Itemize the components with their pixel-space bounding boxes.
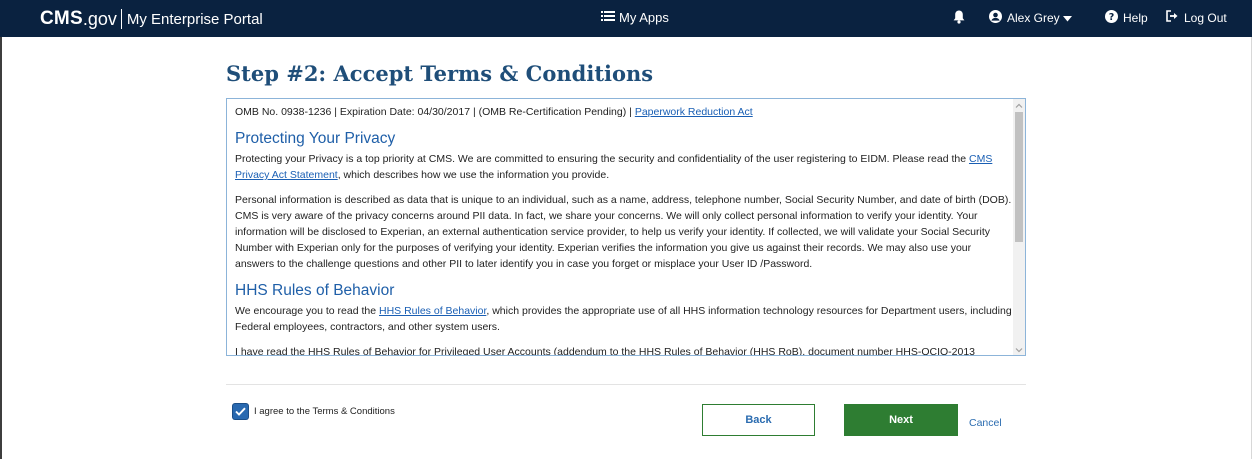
form-divider bbox=[226, 384, 1026, 385]
checkmark-icon bbox=[235, 403, 246, 421]
back-button[interactable]: Back bbox=[702, 404, 815, 436]
help-link[interactable]: ? Help bbox=[1105, 10, 1148, 26]
privacy-p1-text-after: , which describes how we use the informa… bbox=[337, 169, 610, 181]
logout-link[interactable]: Log Out bbox=[1166, 10, 1227, 25]
scroll-up-arrow-icon[interactable] bbox=[1013, 99, 1025, 111]
logo-separator bbox=[120, 9, 122, 29]
next-button[interactable]: Next bbox=[844, 404, 958, 436]
terms-scrollbar[interactable] bbox=[1013, 99, 1025, 355]
cancel-link[interactable]: Cancel bbox=[969, 417, 1002, 429]
privacy-heading: Protecting Your Privacy bbox=[235, 130, 396, 147]
omb-text: OMB No. 0938-1236 | Expiration Date: 04/… bbox=[235, 106, 635, 118]
page-title: Step #2: Accept Terms & Conditions bbox=[226, 61, 654, 86]
page-left-border bbox=[0, 0, 2, 459]
hhs-heading: HHS Rules of Behavior bbox=[235, 282, 395, 299]
paperwork-reduction-act-link[interactable]: Paperwork Reduction Act bbox=[635, 106, 753, 118]
user-name: Alex Grey bbox=[1007, 11, 1060, 25]
hhs-rules-of-behavior-link[interactable]: HHS Rules of Behavior bbox=[379, 305, 486, 317]
logout-label: Log Out bbox=[1184, 10, 1227, 25]
agree-terms-checkbox[interactable] bbox=[233, 404, 248, 419]
cms-logo[interactable]: CMS .gov My Enterprise Portal bbox=[40, 8, 263, 30]
privacy-paragraph-1: Protecting your Privacy is a top priorit… bbox=[235, 151, 1013, 183]
user-menu[interactable]: Alex Grey bbox=[989, 10, 1077, 26]
agree-terms-row[interactable]: I agree to the Terms & Conditions bbox=[233, 404, 395, 419]
help-label: Help bbox=[1123, 11, 1148, 25]
user-circle-icon bbox=[989, 10, 1007, 26]
notifications-bell-icon[interactable] bbox=[953, 10, 965, 29]
portal-name: My Enterprise Portal bbox=[126, 10, 263, 28]
hhs-paragraph-1: We encourage you to read the HHS Rules o… bbox=[235, 303, 1013, 335]
privacy-p1-text-before: Protecting your Privacy is a top priorit… bbox=[235, 153, 969, 165]
sign-out-icon bbox=[1166, 10, 1184, 25]
scroll-down-arrow-icon[interactable] bbox=[1013, 343, 1025, 355]
logo-gov-text: .gov bbox=[82, 8, 117, 29]
terms-scroll-box[interactable]: OMB No. 0938-1236 | Expiration Date: 04/… bbox=[226, 98, 1026, 356]
terms-content: OMB No. 0938-1236 | Expiration Date: 04/… bbox=[235, 104, 1013, 356]
my-apps-button[interactable]: My Apps bbox=[601, 10, 669, 25]
logo-cms-text: CMS bbox=[40, 8, 83, 29]
agree-terms-label[interactable]: I agree to the Terms & Conditions bbox=[254, 406, 395, 417]
omb-line: OMB No. 0938-1236 | Expiration Date: 04/… bbox=[235, 104, 1013, 120]
scrollbar-thumb[interactable] bbox=[1015, 112, 1023, 242]
hhs-p1-text-before: We encourage you to read the bbox=[235, 305, 379, 317]
list-icon bbox=[601, 10, 619, 25]
top-navigation-bar: CMS .gov My Enterprise Portal My Apps Al… bbox=[0, 0, 1252, 37]
hhs-paragraph-2: I have read the HHS Rules of Behavior fo… bbox=[235, 346, 976, 356]
question-circle-icon: ? bbox=[1105, 10, 1123, 26]
caret-down-icon bbox=[1062, 11, 1077, 25]
my-apps-label: My Apps bbox=[619, 10, 669, 25]
privacy-paragraph-2: Personal information is described as dat… bbox=[235, 194, 1012, 270]
svg-text:?: ? bbox=[1109, 12, 1115, 23]
